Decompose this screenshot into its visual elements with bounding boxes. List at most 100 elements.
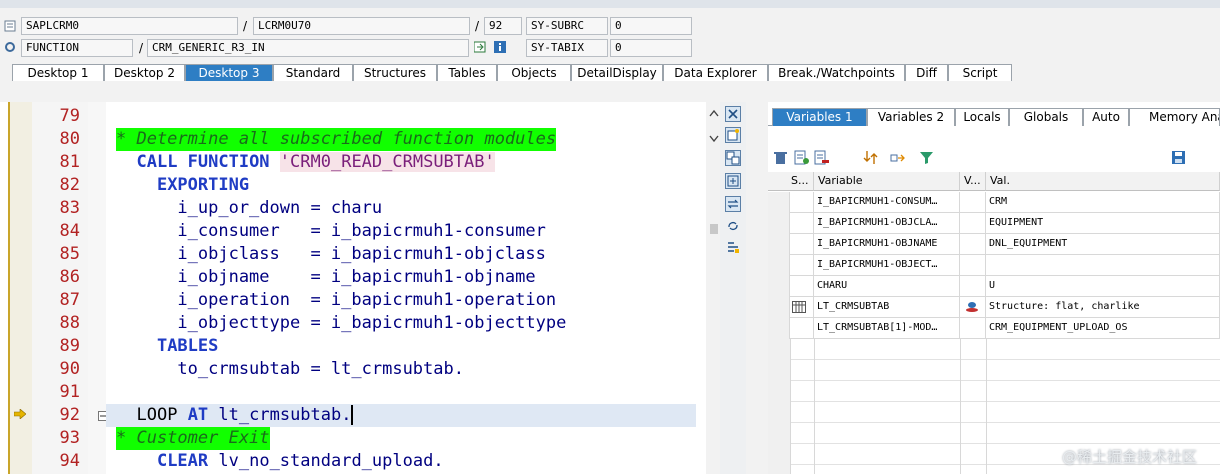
tab-desktop-2[interactable]: Desktop 2: [104, 64, 185, 81]
empty-col-divider: [790, 339, 791, 474]
v-cell: [960, 192, 986, 213]
tab-globals[interactable]: Globals: [1009, 108, 1083, 126]
table-row[interactable]: I_BAPICRMUH1-CONSUM… CRM: [768, 192, 1220, 213]
delete-row-icon[interactable]: [814, 150, 829, 165]
line-number: 85: [59, 244, 80, 264]
sy-subrc-value[interactable]: 0: [610, 17, 692, 35]
separator: /: [475, 19, 480, 33]
table-row[interactable]: I_BAPICRMUH1-OBJCLA… EQUIPMENT: [768, 213, 1220, 234]
empty-col-divider: [960, 339, 961, 474]
tab-diff[interactable]: Diff: [905, 64, 948, 81]
code-line: EXPORTING: [156, 175, 250, 195]
maximize-icon[interactable]: [725, 173, 741, 189]
s-cell: [790, 255, 814, 276]
info-icon[interactable]: [494, 41, 506, 53]
table-row[interactable]: LT_CRMSUBTAB Structure: flat, charlike: [768, 297, 1220, 318]
structure-icon: [965, 301, 979, 318]
line-number: 89: [59, 336, 80, 356]
column-header-s[interactable]: S...: [768, 172, 814, 191]
line-number: 94: [59, 451, 80, 471]
save-icon[interactable]: [1171, 150, 1186, 165]
code-line: CALL FUNCTION 'CRM0_READ_CRMSUBTAB': [136, 152, 495, 172]
table-icon[interactable]: [792, 301, 806, 318]
tab-data-explorer[interactable]: Data Explorer: [663, 64, 768, 81]
variable-cell[interactable]: LT_CRMSUBTAB: [814, 297, 960, 318]
line-number: 93: [59, 428, 80, 448]
tab-script[interactable]: Script: [948, 64, 1012, 81]
event-name-field[interactable]: CRM_GENERIC_R3_IN: [147, 39, 469, 57]
status-cell: [768, 318, 790, 339]
delete-icon[interactable]: [773, 150, 788, 165]
tab-objects[interactable]: Objects: [497, 64, 571, 81]
variable-cell[interactable]: I_BAPICRMUH1-OBJNAME: [814, 234, 960, 255]
table-row[interactable]: I_BAPICRMUH1-OBJECT…: [768, 255, 1220, 276]
top-strip: [0, 0, 1220, 8]
tab-auto[interactable]: Auto: [1083, 108, 1129, 126]
s-cell: [790, 297, 814, 318]
value-cell[interactable]: EQUIPMENT: [986, 213, 1220, 234]
table-row[interactable]: LT_CRMSUBTAB[1]-MOD… CRM_EQUIPMENT_UPLOA…: [768, 318, 1220, 339]
scroll-thumb[interactable]: [710, 224, 718, 234]
program-field[interactable]: SAPLCRM0: [21, 17, 238, 35]
v-cell: [960, 234, 986, 255]
line-field[interactable]: 92: [484, 17, 522, 35]
variable-cell[interactable]: I_BAPICRMUH1-OBJCLA…: [814, 213, 960, 234]
tab-desktop-3[interactable]: Desktop 3: [185, 64, 273, 81]
pane-splitter[interactable]: [746, 102, 768, 474]
insert-row-icon[interactable]: [794, 150, 809, 165]
variable-cell[interactable]: I_BAPICRMUH1-CONSUM…: [814, 192, 960, 213]
variable-cell[interactable]: LT_CRMSUBTAB[1]-MOD…: [814, 318, 960, 339]
source-editor[interactable]: 79 80 81 82 83 84 85 86 87 88 89 90 91 9…: [8, 102, 722, 474]
new-tool-icon[interactable]: [725, 127, 741, 143]
value-cell[interactable]: Structure: flat, charlike: [986, 297, 1220, 318]
tab-variables-2[interactable]: Variables 2: [867, 108, 955, 126]
tab-breakpoints[interactable]: Break./Watchpoints: [768, 64, 905, 81]
column-header-variable[interactable]: Variable: [814, 172, 960, 191]
code-line: i_objname = i_bapicrmuh1-objname: [116, 267, 536, 287]
include-field[interactable]: LCRM0U70: [253, 17, 470, 35]
replace-tool-icon[interactable]: [725, 150, 741, 166]
chevron-up-icon[interactable]: [709, 106, 719, 120]
close-icon[interactable]: [725, 106, 741, 122]
value-cell[interactable]: U: [986, 276, 1220, 297]
swap-tool-icon[interactable]: [725, 196, 741, 212]
transfer-icon[interactable]: [890, 150, 905, 165]
variable-cell[interactable]: CHARU: [814, 276, 960, 297]
current-line-arrow-icon: [13, 408, 27, 422]
value-cell[interactable]: CRM: [986, 192, 1220, 213]
tab-detail-display[interactable]: DetailDisplay: [571, 64, 663, 81]
line-number: 87: [59, 290, 80, 310]
separator-bar: [0, 82, 1220, 102]
tab-locals[interactable]: Locals: [955, 108, 1009, 126]
services-icon[interactable]: [725, 239, 741, 255]
variables-tabs: Variables 1 Variables 2 Locals Globals A…: [768, 107, 1220, 126]
separator: /: [243, 19, 248, 33]
code-line: i_consumer = i_bapicrmuh1-consumer: [116, 221, 546, 241]
refresh-icon[interactable]: [725, 218, 741, 234]
table-row[interactable]: I_BAPICRMUH1-OBJNAME DNL_EQUIPMENT: [768, 234, 1220, 255]
chevron-down-icon[interactable]: [709, 132, 719, 146]
event-type-field[interactable]: FUNCTION: [21, 39, 133, 57]
tab-standard[interactable]: Standard: [273, 64, 353, 81]
value-cell[interactable]: CRM_EQUIPMENT_UPLOAD_OS: [986, 318, 1220, 339]
status-column-fill: [768, 339, 790, 474]
tab-tables[interactable]: Tables: [437, 64, 497, 81]
filter-icon[interactable]: [919, 150, 934, 165]
sort-icon[interactable]: [863, 150, 878, 165]
navigate-icon[interactable]: [473, 41, 486, 53]
column-header-v[interactable]: V...: [960, 172, 986, 191]
tab-variables-1[interactable]: Variables 1: [772, 108, 867, 126]
tab-memory-analysis[interactable]: Memory Anal: [1129, 108, 1220, 126]
value-cell[interactable]: DNL_EQUIPMENT: [986, 234, 1220, 255]
breakpoint-gutter[interactable]: [10, 102, 32, 474]
line-number: 86: [59, 267, 80, 287]
tab-desktop-1[interactable]: Desktop 1: [12, 64, 104, 81]
variable-cell[interactable]: I_BAPICRMUH1-OBJECT…: [814, 255, 960, 276]
sy-tabix-value[interactable]: 0: [610, 39, 692, 57]
v-cell: [960, 297, 986, 318]
column-header-value[interactable]: Val.: [986, 172, 1220, 191]
tab-structures[interactable]: Structures: [353, 64, 437, 81]
code-area[interactable]: * Determine all subscribed function modu…: [106, 102, 706, 474]
table-row[interactable]: CHARU U: [768, 276, 1220, 297]
value-cell[interactable]: [986, 255, 1220, 276]
